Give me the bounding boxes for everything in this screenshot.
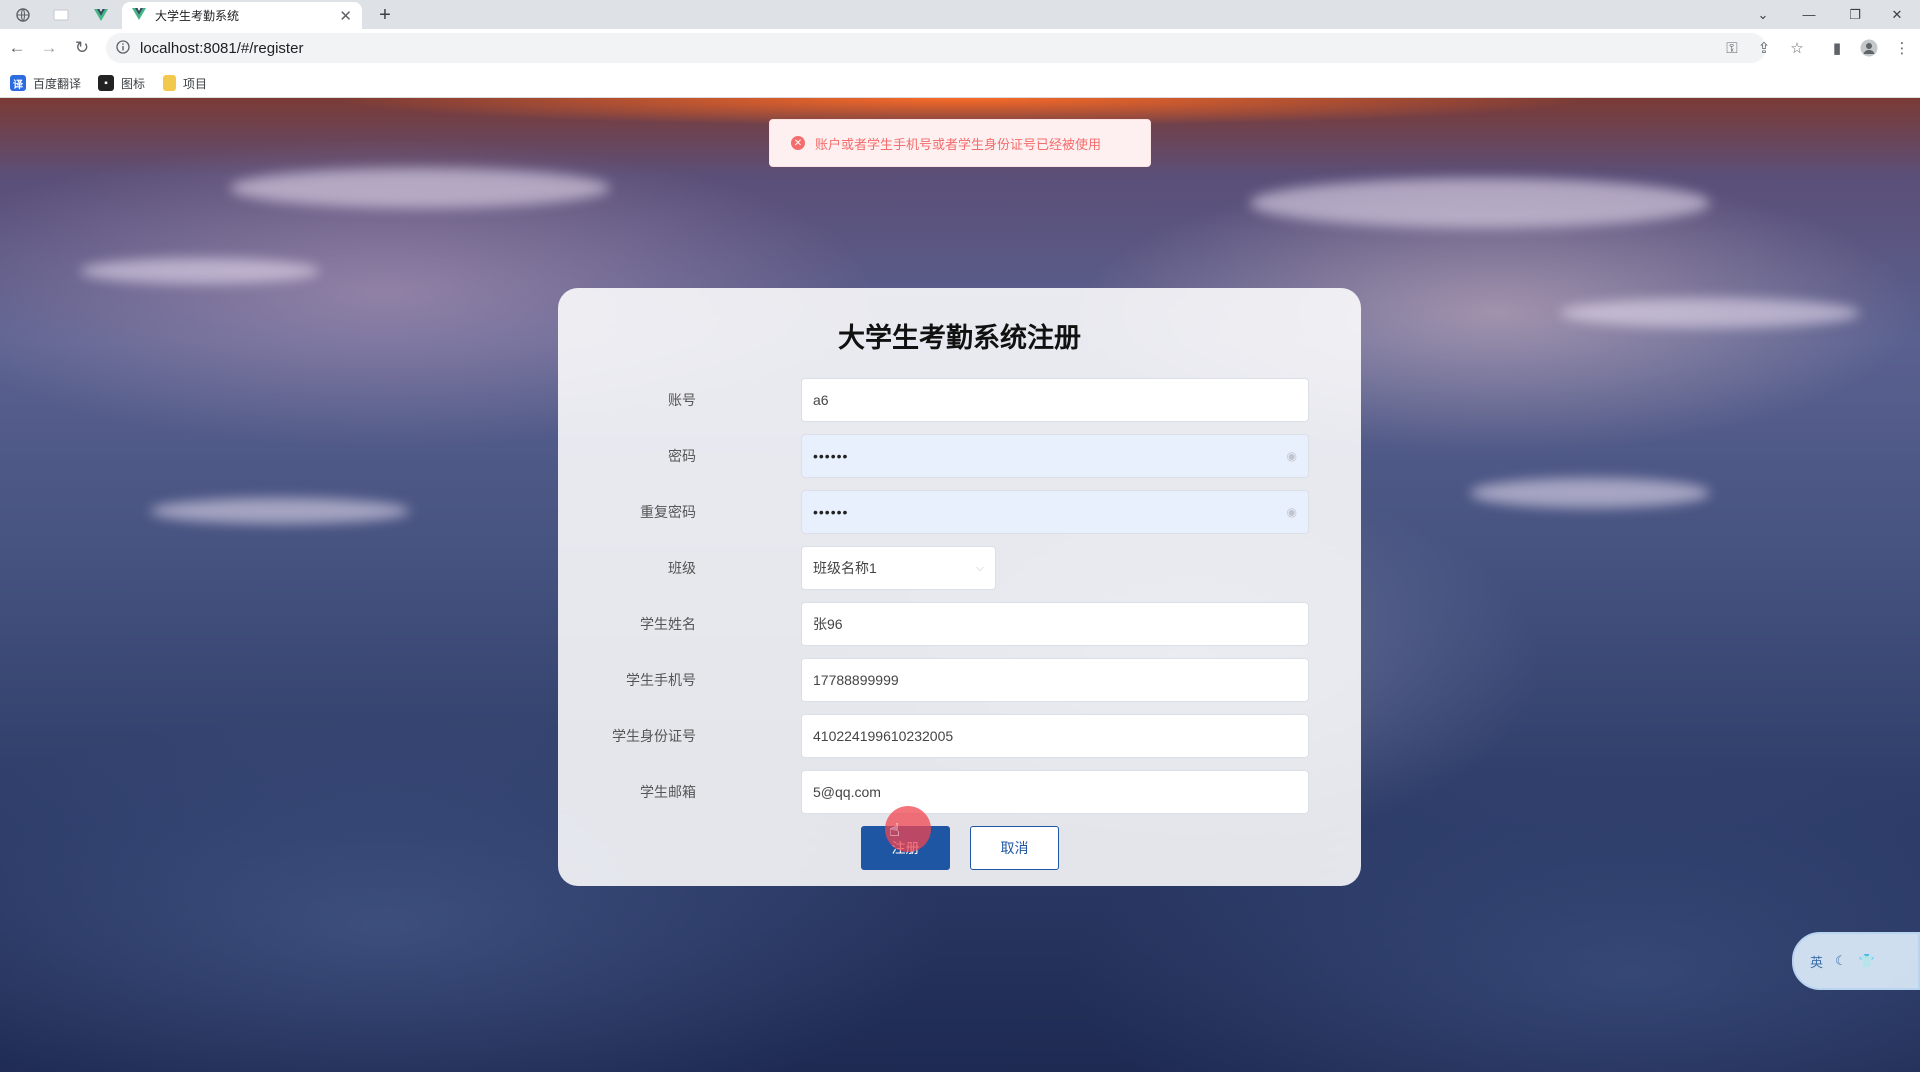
restore-button[interactable]: ❐ (1832, 0, 1878, 29)
chevron-down-icon: ⌵ (975, 561, 984, 574)
cloud-decoration (1560, 298, 1860, 328)
translate-icon: 译 (10, 75, 26, 91)
password-label: 密码 (668, 448, 696, 464)
student-phone-value: 17788899999 (813, 672, 899, 688)
vue-tab-icon[interactable] (86, 3, 116, 27)
cloud-decoration (1250, 178, 1710, 228)
student-id-value: 410224199610232005 (813, 728, 954, 744)
account-input[interactable]: a6 (801, 378, 1309, 422)
alert-message: 账户或者学生手机号或者学生身份证号已经被使用 (815, 136, 1102, 152)
browser-tabstrip: 大学生考勤系统 ✕ + ⌄ — ❐ ✕ (0, 0, 1920, 29)
student-phone-label: 学生手机号 (626, 672, 696, 688)
student-name-label: 学生姓名 (640, 616, 696, 632)
bookmark-baidu-translate[interactable]: 译 百度翻译 (10, 73, 81, 93)
form-title: 大学生考勤系统注册 (838, 323, 1081, 353)
password-value: •••••• (813, 448, 849, 464)
cloud-decoration (80, 258, 320, 284)
ime-widget[interactable]: 英 ☾ 👕 (1792, 932, 1920, 990)
student-name-value: 张96 (813, 616, 843, 632)
student-id-label: 学生身份证号 (612, 728, 696, 744)
student-email-value: 5@qq.com (813, 784, 881, 800)
image-icon: ▪ (98, 75, 114, 91)
cloud-decoration (150, 498, 410, 524)
blank-tab-icon[interactable] (46, 3, 76, 27)
cancel-button[interactable]: 取消 (970, 826, 1059, 870)
address-bar[interactable]: localhost:8081/#/register (106, 33, 1766, 63)
form-row-account: 账号 a6 (558, 378, 1361, 422)
globe-icon[interactable] (8, 3, 38, 27)
student-id-input[interactable]: 410224199610232005 (801, 714, 1309, 758)
tab-active[interactable]: 大学生考勤系统 ✕ (122, 2, 362, 29)
profile-icon[interactable] (1857, 36, 1881, 60)
shirt-icon: 👕 (1858, 953, 1875, 968)
form-row-email: 学生邮箱 5@qq.com (558, 770, 1361, 814)
hand-cursor-icon: ☝ (889, 820, 900, 840)
back-icon[interactable]: ← (5, 36, 29, 60)
ime-language: 英 (1810, 954, 1824, 970)
url-text: localhost:8081/#/register (140, 39, 304, 57)
moon-icon: ☾ (1835, 953, 1847, 968)
class-label: 班级 (668, 560, 696, 576)
close-window-button[interactable]: ✕ (1874, 0, 1920, 29)
form-row-class: 班级 班级名称1 ⌵ (558, 546, 1361, 590)
account-value: a6 (813, 392, 829, 408)
form-row-password: 密码 •••••• ◉ (558, 434, 1361, 478)
register-card: 大学生考勤系统注册 账号 a6 密码 •••••• ◉ 重复密码 •••••• … (558, 288, 1361, 886)
error-circle-icon: ✕ (791, 136, 805, 150)
tab-search-icon[interactable]: ⌄ (1740, 0, 1786, 29)
folder-icon (163, 75, 176, 91)
student-name-input[interactable]: 张96 (801, 602, 1309, 646)
bookmark-projects[interactable]: 项目 (163, 73, 207, 93)
account-label: 账号 (668, 392, 696, 408)
repeat-password-label: 重复密码 (640, 504, 696, 520)
class-select[interactable]: 班级名称1 ⌵ (801, 546, 996, 590)
student-email-input[interactable]: 5@qq.com (801, 770, 1309, 814)
bookmark-icons[interactable]: ▪ 图标 (98, 73, 145, 93)
eye-icon[interactable]: ◉ (1287, 449, 1297, 463)
bookmark-label: 图标 (121, 76, 146, 91)
class-value: 班级名称1 (813, 560, 877, 576)
forward-icon[interactable]: → (37, 36, 61, 60)
new-tab-button[interactable]: + (372, 3, 398, 27)
form-row-id: 学生身份证号 410224199610232005 (558, 714, 1361, 758)
reload-icon[interactable]: ↻ (70, 36, 94, 60)
cloud-decoration (230, 168, 610, 208)
error-alert: ✕ 账户或者学生手机号或者学生身份证号已经被使用 (769, 119, 1151, 167)
minimize-button[interactable]: — (1786, 0, 1832, 29)
cloud-decoration (1470, 478, 1710, 508)
student-phone-input[interactable]: 17788899999 (801, 658, 1309, 702)
side-panel-icon[interactable]: ▮ (1825, 36, 1849, 60)
repeat-password-value: •••••• (813, 504, 849, 520)
key-icon[interactable]: ⚿ (1720, 36, 1744, 60)
page-background: ✕ 账户或者学生手机号或者学生身份证号已经被使用 大学生考勤系统注册 账号 a6… (0, 98, 1920, 1072)
vue-favicon-icon (132, 8, 146, 23)
menu-icon[interactable]: ⋮ (1890, 36, 1914, 60)
form-row-name: 学生姓名 张96 (558, 602, 1361, 646)
bookmark-label: 项目 (183, 76, 208, 91)
eye-icon[interactable]: ◉ (1287, 505, 1297, 519)
password-input[interactable]: •••••• ◉ (801, 434, 1309, 478)
bookmarks-bar: 译 百度翻译 ▪ 图标 项目 (0, 67, 1920, 98)
student-email-label: 学生邮箱 (640, 784, 696, 800)
bookmark-label: 百度翻译 (33, 76, 82, 91)
share-icon[interactable]: ⇪ (1752, 36, 1776, 60)
tab-close-icon[interactable]: ✕ (339, 7, 352, 25)
browser-toolbar: ← → ↻ localhost:8081/#/register ⚿ ⇪ ☆ ▮ … (0, 29, 1920, 67)
form-row-phone: 学生手机号 17788899999 (558, 658, 1361, 702)
tab-title: 大学生考勤系统 (155, 9, 240, 23)
star-icon[interactable]: ☆ (1785, 36, 1809, 60)
repeat-password-input[interactable]: •••••• ◉ (801, 490, 1309, 534)
info-icon[interactable] (116, 39, 130, 57)
form-row-repeat-password: 重复密码 •••••• ◉ (558, 490, 1361, 534)
